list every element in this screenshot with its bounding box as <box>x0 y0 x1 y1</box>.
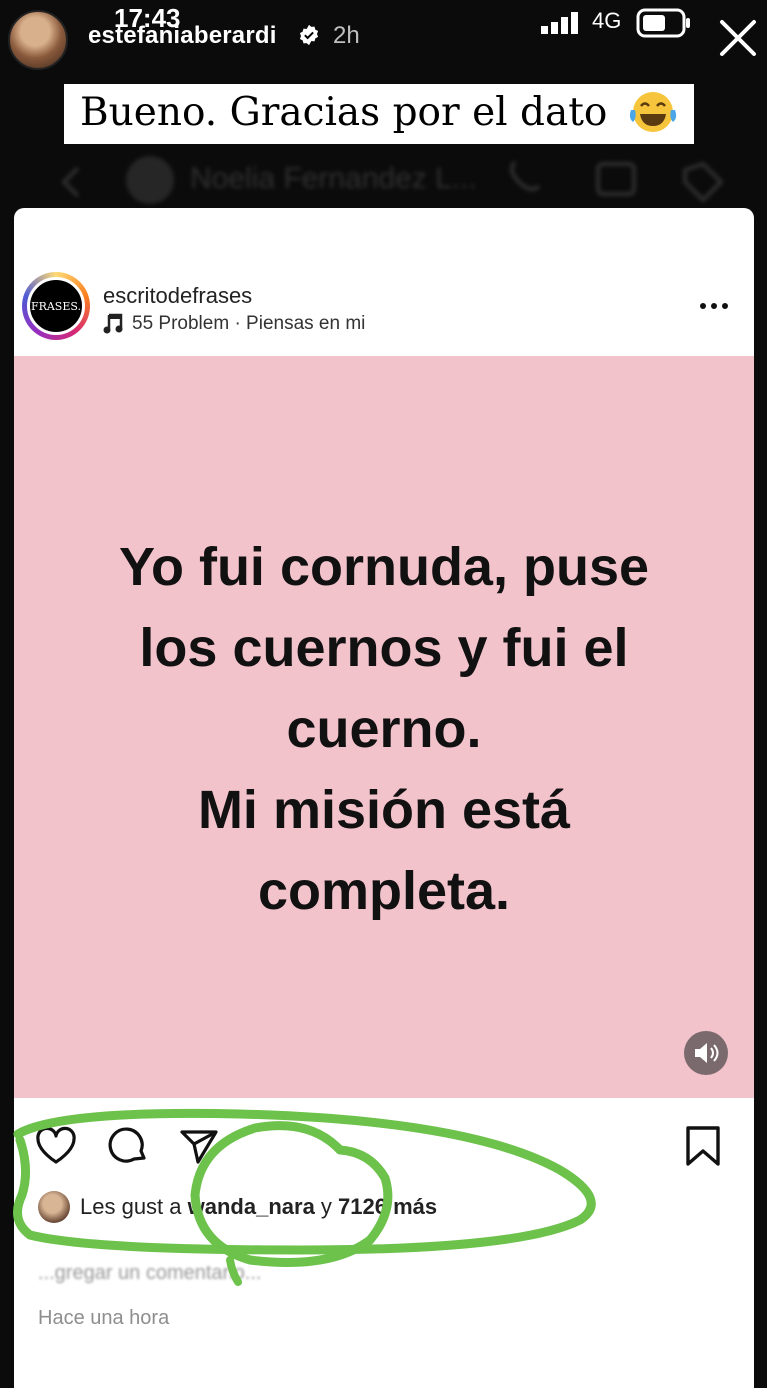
battery-icon <box>636 8 690 38</box>
quote-line: Mi misión está <box>197 780 571 840</box>
story-username[interactable]: estefaniaberardi <box>88 22 277 50</box>
post-quote: Yo fui cornuda, puse los cuernos y fui e… <box>14 527 754 932</box>
quote-line: los cuernos y fui el <box>139 618 629 678</box>
quote-line: Yo fui cornuda, puse <box>118 537 650 597</box>
verified-icon <box>299 24 319 46</box>
close-icon[interactable] <box>716 16 760 60</box>
laughing-emoji-icon <box>629 92 677 132</box>
network-label: 4G <box>592 8 622 33</box>
story-time: 2h <box>333 22 360 49</box>
post-avatar[interactable]: FRASES. <box>27 277 85 335</box>
mute-icon[interactable] <box>683 1030 729 1076</box>
caption-text: Bueno. Gracias por el dato <box>80 90 608 135</box>
more-options-icon[interactable] <box>697 296 731 316</box>
save-bookmark-icon[interactable] <box>682 1124 724 1168</box>
highlight-scribble <box>13 1108 596 1286</box>
post-music[interactable]: 55 Problem · Piensas en mi <box>132 313 365 335</box>
post-username[interactable]: escritodefrases <box>103 283 252 309</box>
quote-line: cuerno. <box>286 699 482 759</box>
signal-icon <box>541 12 578 34</box>
quote-line: completa. <box>257 861 511 921</box>
post-timestamp: Hace una hora <box>38 1307 170 1329</box>
story-avatar[interactable] <box>8 10 68 70</box>
background-chat-name: Noelia Fernandez L... <box>190 162 477 195</box>
music-note-icon <box>103 313 123 334</box>
